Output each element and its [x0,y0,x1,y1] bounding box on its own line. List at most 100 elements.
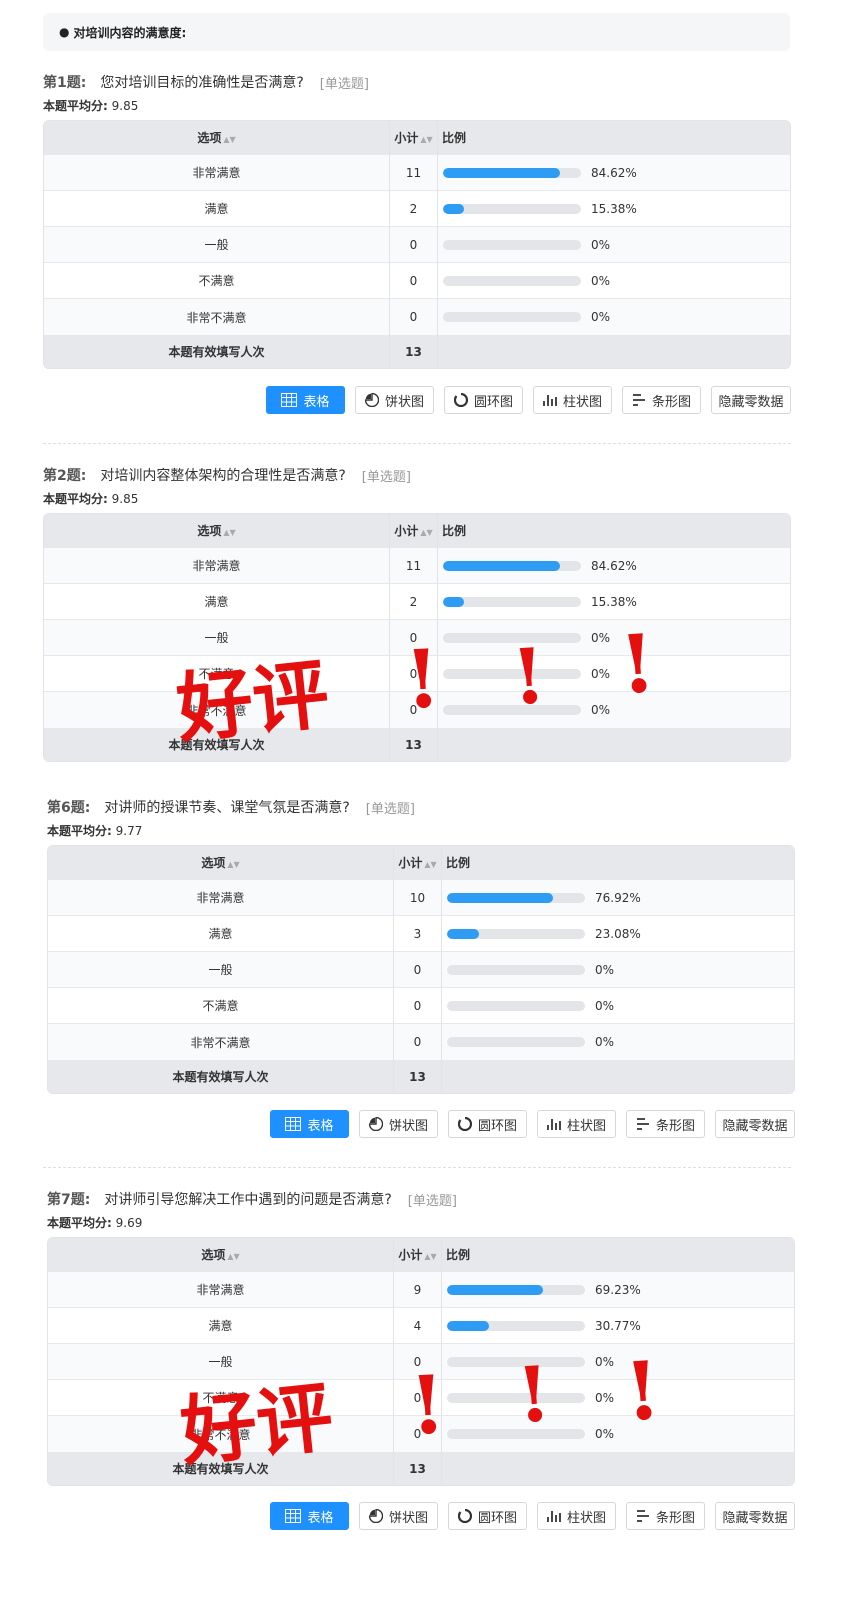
pie-chart-button[interactable]: 饼状图 [359,1502,438,1530]
question-block: 第2题: 对培训内容整体架构的合理性是否满意? [单选题] 本题平均分: 9.8… [43,463,791,762]
ratio-bar-track [447,1356,585,1367]
question-block: 第6题: 对讲师的授课节奏、课堂气氛是否满意? [单选题] 本题平均分: 9.7… [47,795,795,1094]
ratio-bar-fill [443,596,464,607]
ratio-percent: 0% [591,310,611,325]
option-cell: 非常满意 [44,548,390,584]
ratio-percent: 0% [595,1035,615,1050]
count-cell: 11 [390,548,438,584]
ratio-bar-track [447,964,585,975]
average-value: 9.85 [111,99,139,113]
ring-chart-button[interactable]: 圆环图 [448,1502,527,1530]
count-cell: 0 [394,952,442,988]
table-button[interactable]: 表格 [266,386,345,414]
option-cell: 一般 [44,620,390,656]
bar-chart-button[interactable]: 条形图 [626,1110,705,1138]
count-cell: 2 [390,584,438,620]
ratio-cell: 0% [442,1344,794,1380]
column-header-count[interactable]: 小计 ▲▼ [390,121,438,155]
table-header-row: 选项 ▲▼ 小计 ▲▼ 比例 [48,1238,794,1272]
section-divider [43,443,791,444]
sort-icon[interactable]: ▲▼ [424,860,436,869]
sort-icon[interactable]: ▲▼ [227,860,239,869]
average-value: 9.69 [115,1216,143,1230]
column-header-count[interactable]: 小计 ▲▼ [390,514,438,548]
column-header-option[interactable]: 选项 ▲▼ [44,514,390,548]
count-cell: 0 [394,1024,442,1060]
button-label: 表格 [307,1118,334,1134]
question-number: 第2题: [43,468,87,484]
table-button[interactable]: 表格 [270,1110,349,1138]
option-cell: 满意 [44,191,390,227]
average-value: 9.77 [115,824,143,838]
table-row: 一般 0 0% [44,227,790,263]
table-icon [281,393,298,407]
table-header-row: 选项 ▲▼ 小计 ▲▼ 比例 [44,121,790,155]
ratio-cell: 23.08% [442,916,794,952]
column-chart-button[interactable]: 柱状图 [537,1502,616,1530]
count-cell: 0 [390,227,438,263]
ratio-bar-track [443,596,581,607]
total-label: 本题有效填写人次 [48,1060,394,1093]
column-chart-button[interactable]: 柱状图 [533,386,612,414]
ratio-percent: 0% [595,1427,615,1442]
column-header-option[interactable]: 选项 ▲▼ [48,1238,394,1272]
option-cell: 非常满意 [48,1272,394,1308]
ratio-bar-track [447,1320,585,1331]
table-row: 不满意 0 0% [48,1380,794,1416]
column-header-option[interactable]: 选项 ▲▼ [44,121,390,155]
ratio-cell: 0% [438,620,790,656]
average-label: 本题平均分: [47,1216,112,1230]
bar-chart-button[interactable]: 条形图 [622,386,701,414]
count-cell: 0 [394,988,442,1024]
average-score: 本题平均分: 9.69 [47,1214,795,1231]
ring-chart-button[interactable]: 圆环图 [444,386,523,414]
ratio-bar-track [443,312,581,323]
sort-icon[interactable]: ▲▼ [420,528,432,537]
bar-chart-icon [636,1509,650,1523]
ring-chart-button[interactable]: 圆环图 [448,1110,527,1138]
column-header-count[interactable]: 小计 ▲▼ [394,1238,442,1272]
hide-zero-button[interactable]: 隐藏零数据 [715,1502,795,1530]
ratio-cell: 84.62% [438,155,790,191]
count-cell: 11 [390,155,438,191]
column-label: 选项 [197,524,222,538]
table-row: 一般 0 0% [48,952,794,988]
ratio-percent: 84.62% [591,558,637,573]
bar-chart-button[interactable]: 条形图 [626,1502,705,1530]
ratio-cell: 30.77% [442,1308,794,1344]
ratio-cell: 0% [442,1024,794,1060]
column-header-count[interactable]: 小计 ▲▼ [394,846,442,880]
ratio-percent: 69.23% [595,1282,641,1297]
ratio-percent: 23.08% [595,926,641,941]
ratio-percent: 30.77% [595,1318,641,1333]
column-chart-button[interactable]: 柱状图 [537,1110,616,1138]
sort-icon[interactable]: ▲▼ [227,1252,239,1261]
question-block: 第1题: 您对培训目标的准确性是否满意? [单选题] 本题平均分: 9.85 选… [43,70,791,369]
column-header-option[interactable]: 选项 ▲▼ [48,846,394,880]
ratio-bar-track [443,668,581,679]
button-label: 饼状图 [388,1510,428,1526]
column-header-ratio: 比例 [438,121,790,155]
count-cell: 0 [390,656,438,692]
pie-chart-button[interactable]: 饼状图 [355,386,434,414]
pie-chart-button[interactable]: 饼状图 [359,1110,438,1138]
sort-icon[interactable]: ▲▼ [420,135,432,144]
question-text: 对讲师的授课节奏、课堂气氛是否满意? [104,800,350,816]
table-button[interactable]: 表格 [270,1502,349,1530]
hide-zero-button[interactable]: 隐藏零数据 [715,1110,795,1138]
hide-zero-button[interactable]: 隐藏零数据 [711,386,791,414]
sort-icon[interactable]: ▲▼ [223,135,235,144]
sort-icon[interactable]: ▲▼ [424,1252,436,1261]
count-cell: 0 [390,620,438,656]
option-cell: 不满意 [44,656,390,692]
count-cell: 4 [394,1308,442,1344]
sort-icon[interactable]: ▲▼ [223,528,235,537]
column-label: 小计 [398,856,423,870]
column-chart-icon [543,393,557,407]
bar-chart-icon [636,1117,650,1131]
column-header-ratio: 比例 [438,514,790,548]
count-cell: 0 [394,1416,442,1452]
column-label: 选项 [201,856,226,870]
table-footer-row: 本题有效填写人次 13 [44,728,790,761]
bar-chart-icon [632,393,646,407]
